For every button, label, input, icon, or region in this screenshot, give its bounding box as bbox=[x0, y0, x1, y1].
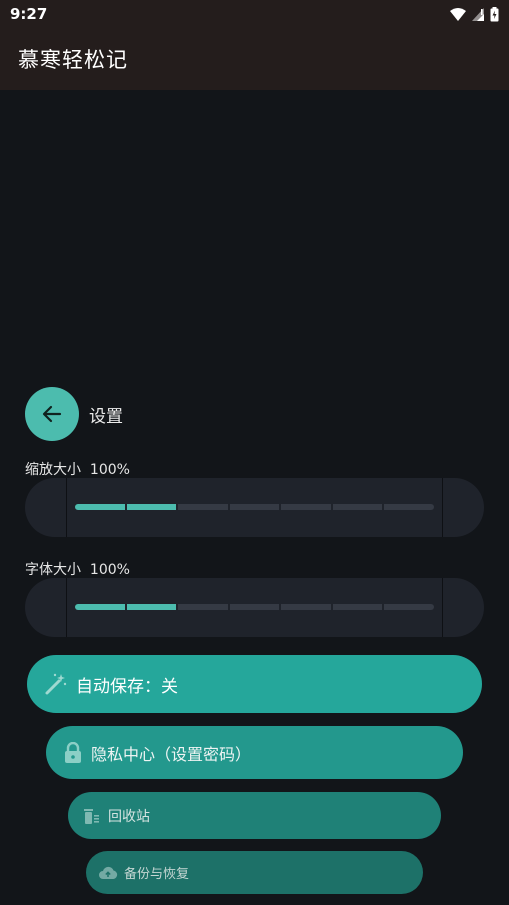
recycle-bin-button[interactable]: 回收站 bbox=[68, 792, 441, 839]
status-time: 9:27 bbox=[10, 5, 48, 23]
privacy-center-label: 隐私中心（设置密码） bbox=[91, 744, 252, 764]
recycle-bin-label: 回收站 bbox=[108, 808, 150, 825]
slider-edge-right bbox=[442, 578, 443, 637]
font-size-value: 100% bbox=[89, 562, 130, 578]
cloud-icon bbox=[98, 865, 118, 881]
font-size-label: 字体大小 100% bbox=[25, 559, 130, 579]
track-segment bbox=[281, 504, 331, 510]
app-title: 慕寒轻松记 bbox=[18, 48, 128, 72]
track-segment bbox=[75, 604, 125, 610]
zoom-label-text: 缩放大小 bbox=[25, 462, 81, 478]
arrow-left-icon bbox=[42, 405, 62, 423]
track-segment bbox=[126, 604, 177, 610]
font-size-track[interactable] bbox=[75, 604, 435, 610]
track-segment bbox=[332, 604, 383, 610]
privacy-center-button[interactable]: 隐私中心（设置密码） bbox=[46, 726, 463, 779]
backup-restore-button[interactable]: 备份与恢复 bbox=[86, 851, 423, 894]
battery-charging-icon bbox=[490, 6, 499, 21]
backup-restore-label: 备份与恢复 bbox=[124, 867, 190, 882]
zoom-slider[interactable] bbox=[25, 478, 484, 537]
track-segment bbox=[384, 504, 435, 510]
zoom-value: 100% bbox=[89, 462, 130, 478]
app-bar: 慕寒轻松记 bbox=[0, 28, 509, 90]
font-size-slider[interactable] bbox=[25, 578, 484, 637]
back-button[interactable] bbox=[25, 387, 79, 441]
slider-edge-left bbox=[66, 478, 67, 537]
track-segment bbox=[229, 604, 280, 610]
font-size-label-text: 字体大小 bbox=[25, 562, 81, 578]
zoom-label: 缩放大小 100% bbox=[25, 459, 130, 479]
track-segment bbox=[229, 504, 280, 510]
status-bar: 9:27 bbox=[0, 0, 509, 28]
slider-edge-right bbox=[442, 478, 443, 537]
track-segment bbox=[75, 504, 125, 510]
track-segment bbox=[178, 604, 228, 610]
auto-save-label: 自动保存：关 bbox=[76, 676, 178, 697]
signal-icon bbox=[472, 7, 484, 21]
lock-icon bbox=[63, 741, 83, 764]
zoom-track[interactable] bbox=[75, 504, 435, 510]
settings-title: 设置 bbox=[89, 407, 123, 427]
track-segment bbox=[384, 604, 435, 610]
magic-wand-icon bbox=[44, 672, 68, 696]
auto-save-button[interactable]: 自动保存：关 bbox=[27, 655, 482, 713]
track-segment bbox=[178, 504, 228, 510]
track-segment bbox=[126, 504, 177, 510]
track-segment bbox=[281, 604, 331, 610]
slider-edge-left bbox=[66, 578, 67, 637]
wifi-icon bbox=[450, 7, 466, 21]
status-icons bbox=[450, 6, 499, 22]
track-segment bbox=[332, 504, 383, 510]
trash-icon bbox=[82, 807, 100, 825]
